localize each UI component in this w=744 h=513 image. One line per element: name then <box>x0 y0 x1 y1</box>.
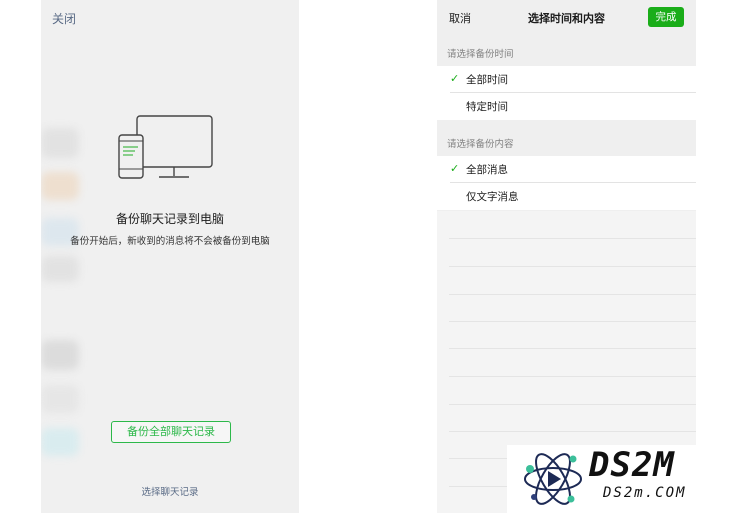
nav-bar: 取消 选择时间和内容 完成 <box>437 0 696 36</box>
close-button[interactable]: 关闭 <box>52 10 76 27</box>
backup-title: 备份聊天记录到电脑 <box>115 212 224 226</box>
watermark-brand: DS2M <box>589 445 675 485</box>
list-separator <box>449 348 696 349</box>
option-label: 全部消息 <box>466 164 508 176</box>
blurred-chat-avatar <box>41 172 79 200</box>
left-screen: 关闭 备份聊天记录到电脑 备份开始后，新收到的消息将不会被备份到电脑 备份全部聊… <box>41 0 299 513</box>
option-all-messages[interactable]: ✓ 全部消息 <box>437 156 696 183</box>
list-separator <box>449 266 696 267</box>
blurred-chat-avatar <box>41 385 79 413</box>
time-section-header: 请选择备份时间 <box>447 49 514 60</box>
list-separator <box>449 431 696 432</box>
watermark-domain: DS2m.COM <box>603 485 687 501</box>
check-icon: ✓ <box>450 162 460 175</box>
backup-all-button[interactable]: 备份全部聊天记录 <box>111 421 231 443</box>
content-section-header: 请选择备份内容 <box>447 139 514 150</box>
list-separator <box>449 294 696 295</box>
list-separator <box>449 376 696 377</box>
blurred-chat-avatar <box>41 256 79 282</box>
option-text-only[interactable]: 仅文字消息 <box>437 183 696 210</box>
check-icon: ✓ <box>450 72 460 85</box>
atom-logo-icon <box>524 453 582 505</box>
right-screen: 取消 选择时间和内容 完成 请选择备份时间 ✓ 全部时间 特定时间 请选择备份内… <box>437 0 696 513</box>
option-specific-time[interactable]: 特定时间 <box>437 93 696 120</box>
blurred-chat-avatar <box>41 340 79 370</box>
done-button[interactable]: 完成 <box>648 7 684 27</box>
list-separator <box>449 321 696 322</box>
select-chats-link[interactable]: 选择聊天记录 <box>41 484 299 498</box>
option-label: 仅文字消息 <box>466 191 519 203</box>
list-separator <box>449 404 696 405</box>
option-label: 特定时间 <box>466 101 508 113</box>
option-all-time[interactable]: ✓ 全部时间 <box>437 66 696 93</box>
blurred-chat-avatar <box>41 128 79 158</box>
list-separator <box>449 238 696 239</box>
computer-phone-icon <box>118 115 213 179</box>
backup-description: 备份开始后，新收到的消息将不会被备份到电脑 <box>70 236 270 247</box>
blurred-chat-avatar <box>41 428 79 456</box>
option-label: 全部时间 <box>466 74 508 86</box>
watermark: DS2M DS2m.COM <box>507 445 744 513</box>
